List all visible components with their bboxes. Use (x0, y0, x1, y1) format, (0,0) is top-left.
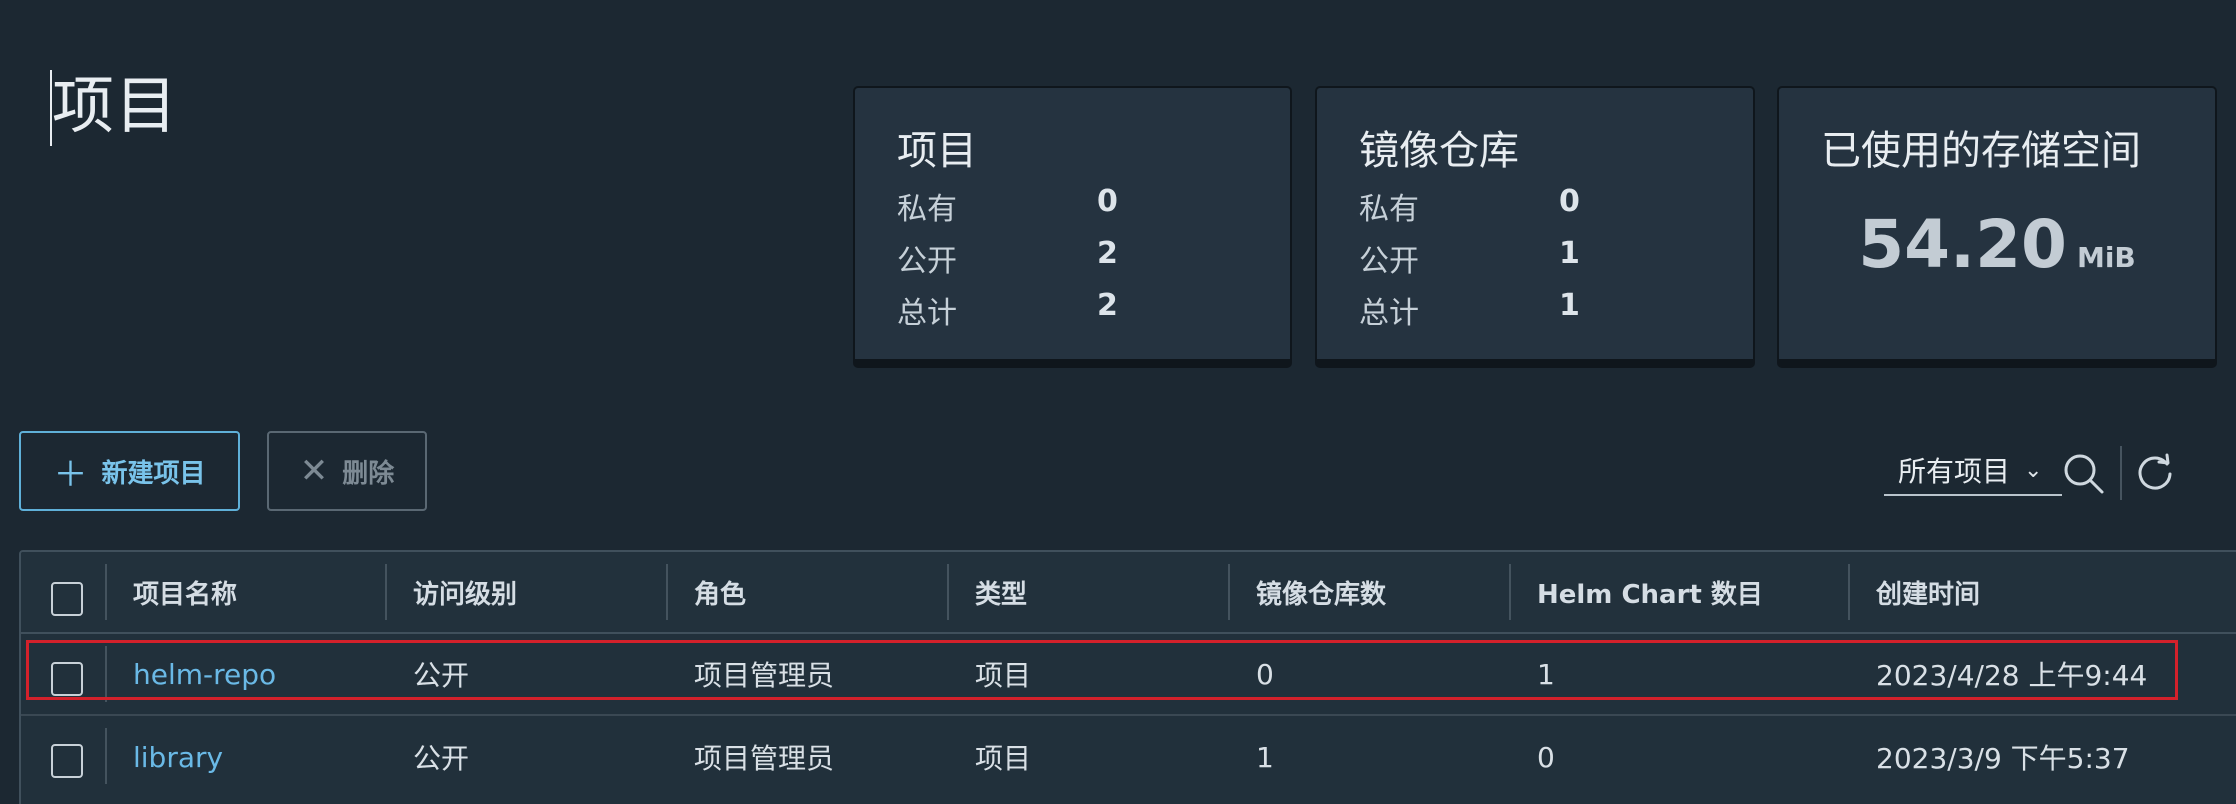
column-header-access[interactable]: 访问级别 (413, 552, 517, 632)
column-header-name[interactable]: 项目名称 (133, 552, 237, 632)
chevron-down-icon: ⌄ (2024, 457, 2043, 483)
card-title: 镜像仓库 (1359, 128, 1519, 174)
column-divider (666, 564, 668, 620)
stat-value: 0 (1097, 184, 1118, 219)
refresh-icon[interactable] (2135, 452, 2175, 492)
stat-label: 总计 (1359, 296, 1419, 331)
close-icon: ✕ (299, 452, 329, 490)
new-project-button[interactable]: ＋ 新建项目 (19, 431, 240, 511)
access-level: 公开 (413, 742, 470, 775)
chart-count: 0 (1537, 740, 1555, 774)
projects-table: 项目名称 访问级别 角色 类型 镜像仓库数 Helm Chart 数目 创建时间… (19, 550, 2236, 804)
creation-time: 2023/3/9 下午5:37 (1876, 742, 2130, 775)
row-divider (105, 728, 107, 784)
column-divider (1228, 564, 1230, 620)
filter-selected-value: 所有项目 (1898, 455, 2011, 488)
delete-label: 删除 (342, 457, 395, 488)
column-divider (105, 564, 107, 620)
toolbar-divider (2120, 446, 2122, 500)
storage-unit: MiB (2076, 241, 2136, 274)
storage-summary-card: 已使用的存储空间 54.20 MiB (1777, 86, 2217, 368)
plus-icon: ＋ (53, 455, 88, 494)
row-checkbox[interactable] (51, 662, 83, 696)
type: 项目 (975, 659, 1032, 692)
repo-count: 0 (1256, 657, 1274, 691)
page-title: 项目 (52, 69, 179, 142)
type: 项目 (975, 742, 1032, 775)
projects-page: 项目 项目 私有 0 公开 2 总计 2 镜像仓库 私有 0 公开 1 总计 1 (0, 0, 2236, 804)
stat-value: 2 (1097, 236, 1118, 271)
stat-value: 1 (1559, 236, 1580, 271)
stat-total: 总计 1 (1359, 288, 1619, 331)
row-checkbox[interactable] (51, 744, 83, 778)
stat-public: 公开 2 (897, 236, 1157, 279)
column-header-chart-count[interactable]: Helm Chart 数目 (1537, 552, 1763, 632)
stat-private: 私有 0 (1359, 184, 1619, 227)
column-divider (385, 564, 387, 620)
column-divider (947, 564, 949, 620)
chart-count: 1 (1537, 657, 1555, 691)
column-divider (1509, 564, 1511, 620)
stat-value: 0 (1559, 184, 1580, 219)
stat-total: 总计 2 (897, 288, 1157, 331)
creation-time: 2023/4/28 上午9:44 (1876, 659, 2148, 692)
stat-private: 私有 0 (897, 184, 1157, 227)
table-row[interactable]: library 公开 项目管理员 项目 1 0 2023/3/9 下午5:37 (21, 716, 2236, 798)
table-row[interactable]: helm-repo 公开 项目管理员 项目 0 1 2023/4/28 上午9:… (21, 634, 2236, 716)
column-divider (1848, 564, 1850, 620)
projects-summary-card: 项目 私有 0 公开 2 总计 2 (853, 86, 1292, 368)
column-header-repo-count[interactable]: 镜像仓库数 (1256, 552, 1386, 632)
project-filter-select[interactable]: 所有项目 ⌄ (1884, 446, 2062, 496)
stat-label: 总计 (897, 296, 957, 331)
project-name-link[interactable]: helm-repo (133, 634, 276, 714)
card-title: 已使用的存储空间 (1821, 128, 2141, 174)
stat-label: 私有 (897, 192, 957, 227)
stat-label: 公开 (897, 244, 957, 279)
stat-label: 公开 (1359, 244, 1419, 279)
repositories-summary-card: 镜像仓库 私有 0 公开 1 总计 1 (1315, 86, 1755, 368)
storage-number: 54.20 (1858, 206, 2067, 283)
project-name-link[interactable]: library (133, 716, 223, 798)
new-project-label: 新建项目 (101, 457, 206, 488)
stat-value: 1 (1559, 288, 1580, 323)
card-title: 项目 (897, 128, 977, 174)
repo-count: 1 (1256, 740, 1274, 774)
stat-public: 公开 1 (1359, 236, 1619, 279)
storage-value: 54.20 MiB (1779, 206, 2215, 283)
role: 项目管理员 (694, 742, 835, 775)
column-header-created[interactable]: 创建时间 (1876, 552, 1980, 632)
select-all-checkbox[interactable] (51, 582, 83, 616)
access-level: 公开 (413, 659, 470, 692)
stat-value: 2 (1097, 288, 1118, 323)
stat-label: 私有 (1359, 192, 1419, 227)
search-icon[interactable] (2062, 452, 2106, 496)
column-header-type[interactable]: 类型 (975, 552, 1027, 632)
row-divider (105, 646, 107, 702)
role: 项目管理员 (694, 659, 835, 692)
delete-button[interactable]: ✕ 删除 (267, 431, 427, 511)
table-header: 项目名称 访问级别 角色 类型 镜像仓库数 Helm Chart 数目 创建时间 (21, 552, 2236, 634)
column-header-role[interactable]: 角色 (694, 552, 746, 632)
